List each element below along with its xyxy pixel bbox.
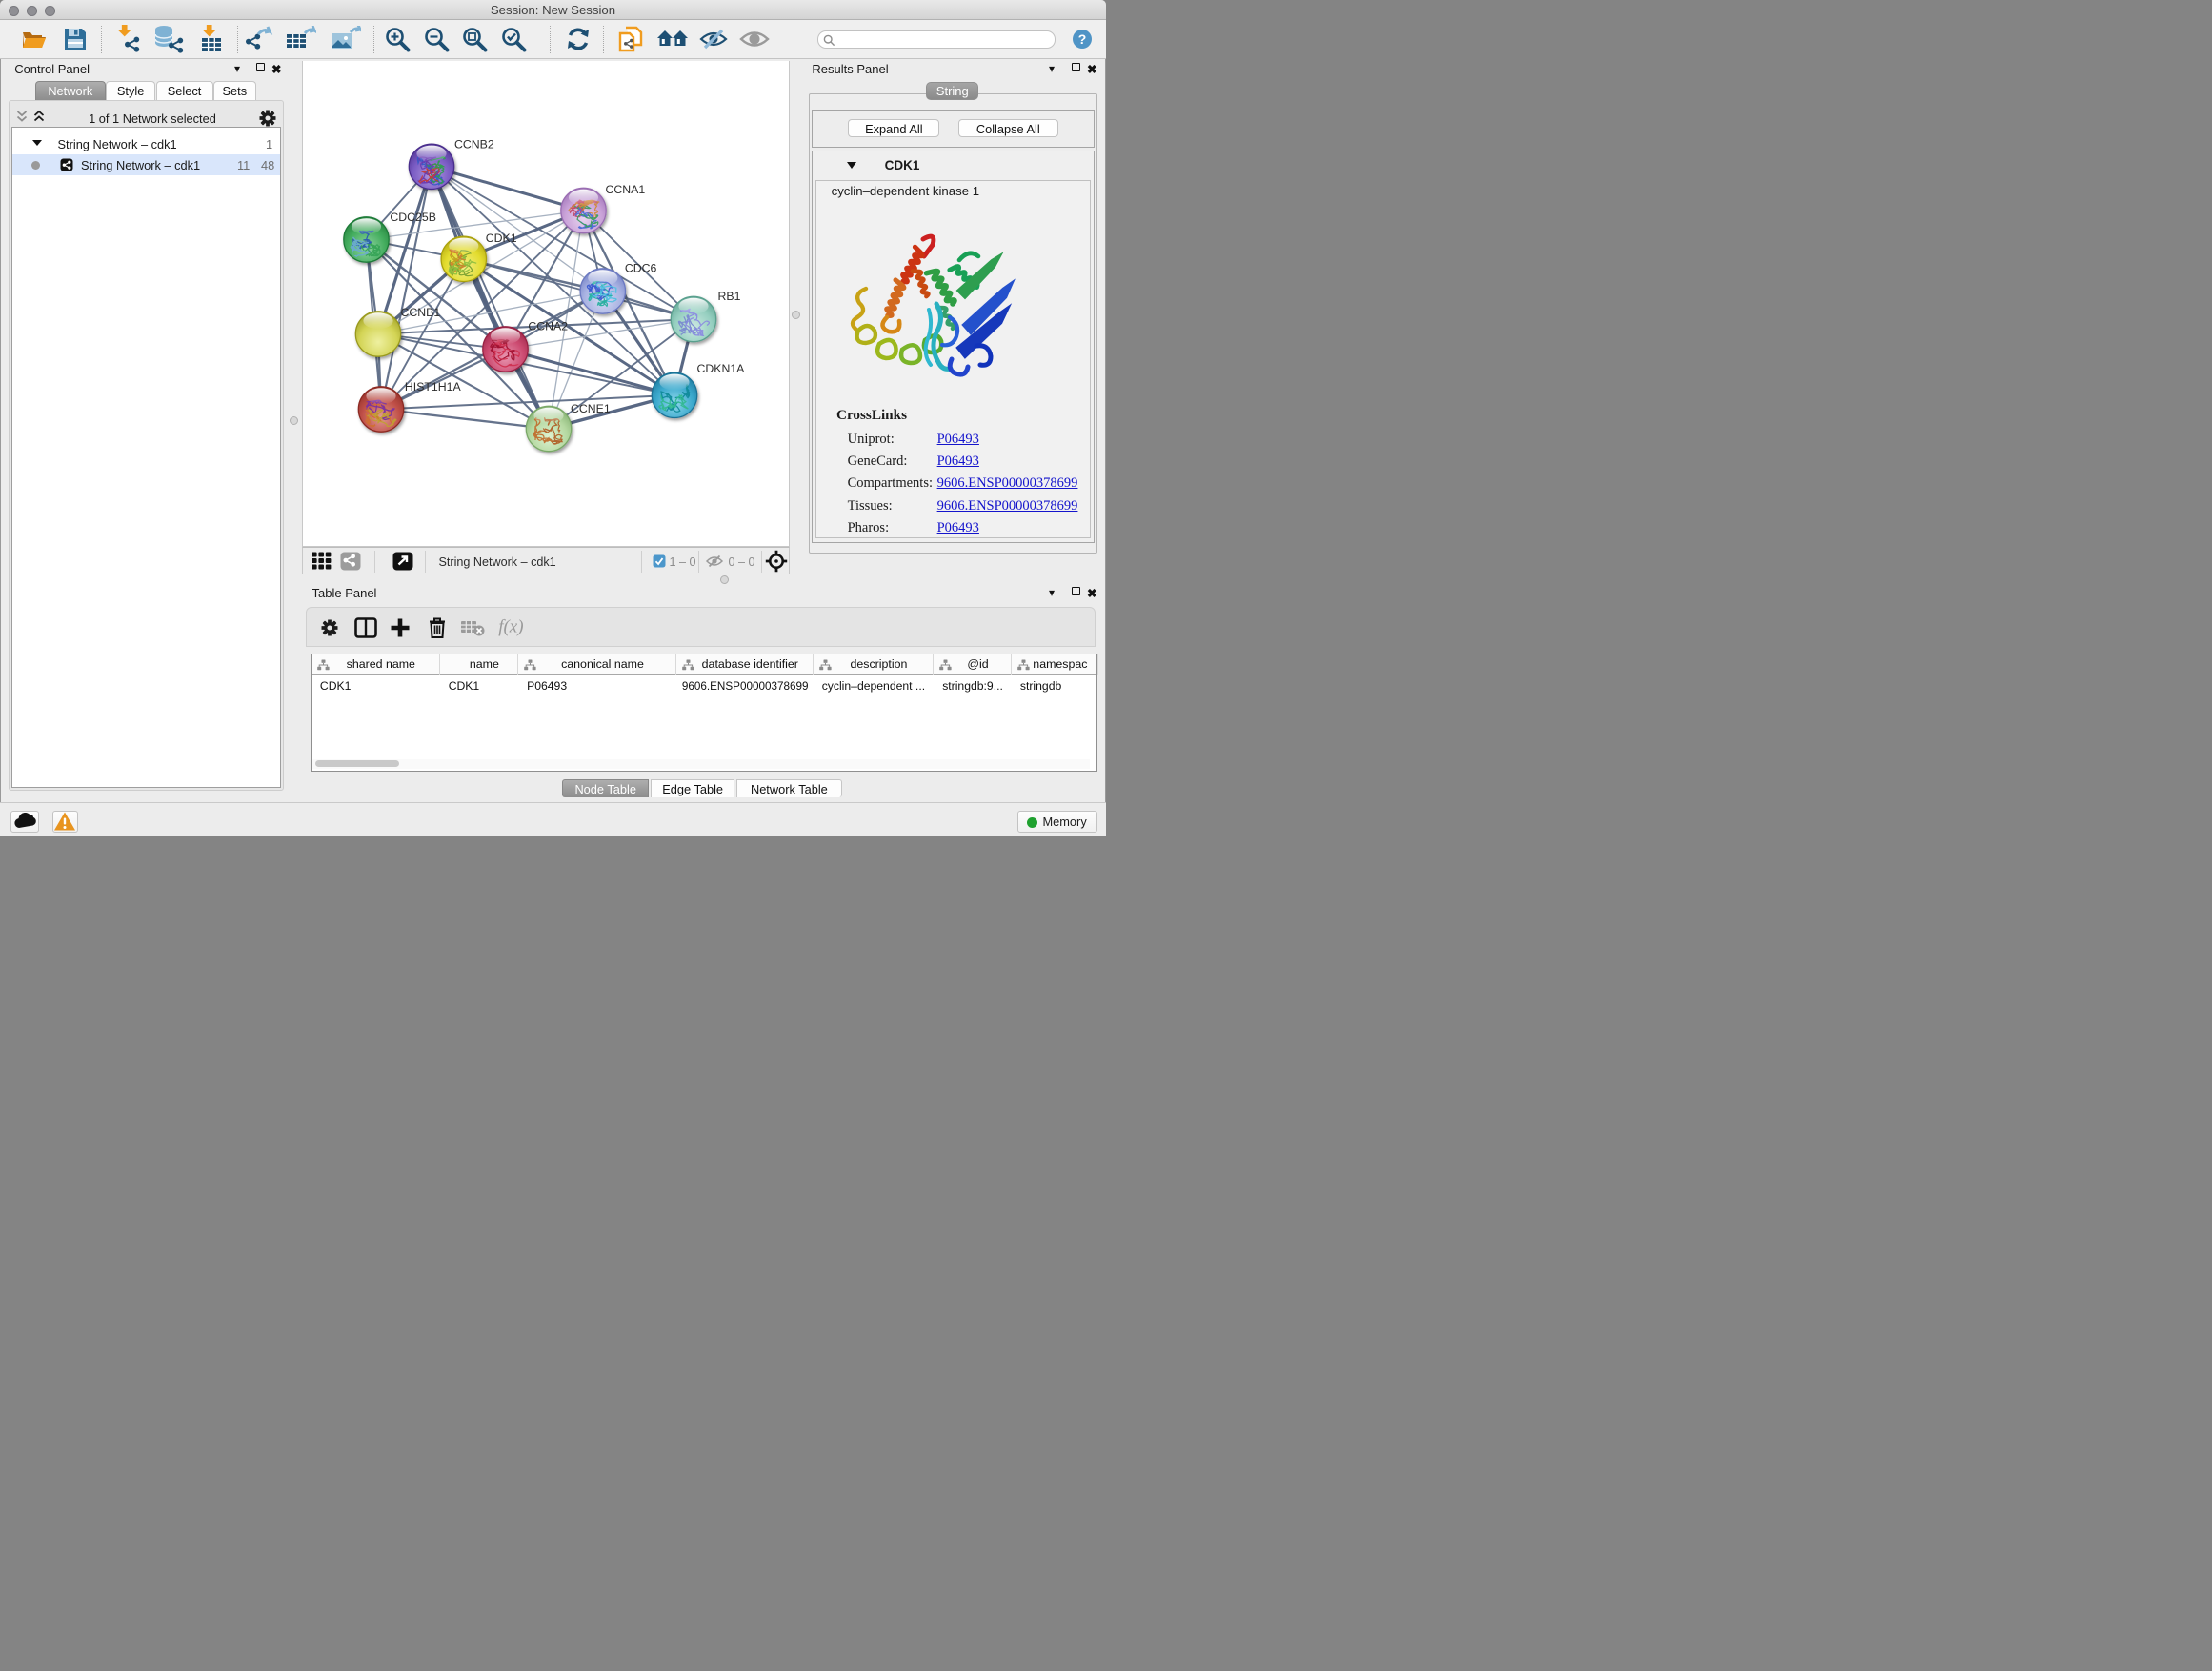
svg-text:CDC25B: CDC25B: [390, 211, 436, 224]
svg-text:RB1: RB1: [717, 290, 740, 303]
svg-text:?: ?: [1078, 31, 1087, 47]
svg-text:CCNB2: CCNB2: [454, 137, 494, 151]
svg-text:HIST1H1A: HIST1H1A: [404, 380, 461, 393]
svg-text:CCNB1: CCNB1: [400, 306, 440, 319]
svg-text:CDC6: CDC6: [624, 261, 656, 274]
svg-text:CCNE1: CCNE1: [571, 402, 611, 415]
svg-text:CDKN1A: CDKN1A: [696, 362, 745, 375]
svg-text:CDK1: CDK1: [485, 232, 516, 245]
svg-text:CCNA1: CCNA1: [605, 183, 645, 196]
svg-text:CCNA2: CCNA2: [528, 319, 568, 332]
